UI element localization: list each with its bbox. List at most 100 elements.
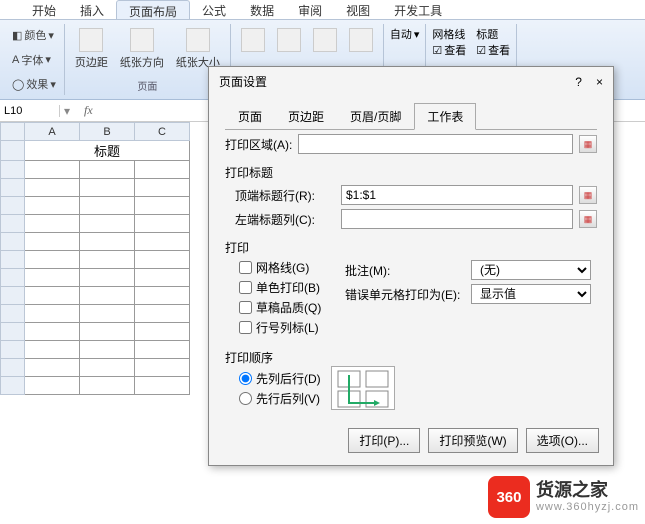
- tab-review[interactable]: 审阅: [286, 0, 334, 19]
- cell[interactable]: [25, 251, 80, 269]
- cell[interactable]: [80, 323, 135, 341]
- tab-data[interactable]: 数据: [238, 0, 286, 19]
- options-button[interactable]: 选项(O)...: [526, 428, 599, 453]
- row-header[interactable]: [1, 269, 25, 287]
- tab-header-footer[interactable]: 页眉/页脚: [337, 103, 414, 130]
- cell[interactable]: [135, 179, 190, 197]
- cell[interactable]: [80, 269, 135, 287]
- cell[interactable]: [135, 377, 190, 395]
- btn-background[interactable]: [309, 26, 341, 56]
- print-area-input[interactable]: [298, 134, 573, 154]
- cb-draft[interactable]: 草稿品质(Q): [239, 299, 345, 316]
- tab-insert[interactable]: 插入: [68, 0, 116, 19]
- cell[interactable]: [25, 305, 80, 323]
- cell[interactable]: [135, 233, 190, 251]
- cell[interactable]: [25, 215, 80, 233]
- tab-page-layout[interactable]: 页面布局: [116, 0, 190, 19]
- radio-over-down[interactable]: 先行后列(V): [239, 390, 321, 407]
- btn-effects[interactable]: ◯效果 ▾: [10, 75, 58, 93]
- row-header[interactable]: [1, 233, 25, 251]
- row-header[interactable]: [1, 287, 25, 305]
- cb-black-white[interactable]: 单色打印(B): [239, 279, 345, 296]
- cell[interactable]: [135, 341, 190, 359]
- cell[interactable]: [25, 179, 80, 197]
- cell[interactable]: [25, 377, 80, 395]
- cb-view-grid[interactable]: ☑ 查看: [432, 42, 466, 58]
- cell[interactable]: [25, 323, 80, 341]
- cell[interactable]: [80, 197, 135, 215]
- tab-dev[interactable]: 开发工具: [382, 0, 454, 19]
- row-header[interactable]: [1, 179, 25, 197]
- tab-worksheet[interactable]: 工作表: [414, 103, 476, 130]
- cell[interactable]: [80, 251, 135, 269]
- range-picker-icon[interactable]: ▦: [579, 135, 597, 153]
- cell[interactable]: [135, 287, 190, 305]
- cell[interactable]: [25, 233, 80, 251]
- row-header[interactable]: [1, 141, 25, 161]
- cell[interactable]: [25, 359, 80, 377]
- tab-margins[interactable]: 页边距: [275, 103, 337, 130]
- btn-colors[interactable]: ◧颜色 ▾: [10, 26, 58, 44]
- cb-row-col-headings[interactable]: 行号列标(L): [239, 319, 345, 336]
- tab-view[interactable]: 视图: [334, 0, 382, 19]
- cell[interactable]: [25, 197, 80, 215]
- row-header[interactable]: [1, 323, 25, 341]
- tab-home[interactable]: 开始: [20, 0, 68, 19]
- cell[interactable]: [135, 251, 190, 269]
- row-header[interactable]: [1, 305, 25, 323]
- errors-select[interactable]: 显示值: [471, 284, 591, 304]
- cell[interactable]: [80, 341, 135, 359]
- cell[interactable]: [135, 269, 190, 287]
- tab-formulas[interactable]: 公式: [190, 0, 238, 19]
- btn-print-titles[interactable]: [345, 26, 377, 56]
- top-rows-input[interactable]: [341, 185, 573, 205]
- row-header[interactable]: [1, 341, 25, 359]
- cb-view-head[interactable]: ☑ 查看: [476, 42, 510, 58]
- col-c[interactable]: C: [135, 123, 190, 141]
- help-icon[interactable]: ?: [575, 75, 582, 89]
- btn-fonts[interactable]: A字体 ▾: [10, 51, 58, 69]
- print-preview-button[interactable]: 打印预览(W): [428, 428, 517, 453]
- cell[interactable]: [135, 215, 190, 233]
- row-header[interactable]: [1, 377, 25, 395]
- comments-select[interactable]: (无): [471, 260, 591, 280]
- close-icon[interactable]: ×: [596, 75, 603, 89]
- print-button[interactable]: 打印(P)...: [348, 428, 420, 453]
- cell[interactable]: [80, 287, 135, 305]
- range-picker-icon[interactable]: ▦: [579, 210, 597, 228]
- btn-breaks[interactable]: [273, 26, 305, 56]
- row-header[interactable]: [1, 215, 25, 233]
- cell[interactable]: [135, 323, 190, 341]
- cell[interactable]: [80, 233, 135, 251]
- name-box[interactable]: L10: [0, 105, 60, 117]
- col-b[interactable]: B: [80, 123, 135, 141]
- cell[interactable]: [25, 161, 80, 179]
- radio-down-over[interactable]: 先列后行(D): [239, 370, 321, 387]
- row-header[interactable]: [1, 359, 25, 377]
- cb-gridlines[interactable]: 网格线(G): [239, 259, 345, 276]
- cell[interactable]: [80, 377, 135, 395]
- select-all[interactable]: [1, 123, 25, 141]
- cell[interactable]: [135, 359, 190, 377]
- fx-icon[interactable]: fx: [74, 103, 103, 118]
- title-cell[interactable]: 标题: [25, 141, 190, 161]
- range-picker-icon[interactable]: ▦: [579, 186, 597, 204]
- cell[interactable]: [25, 287, 80, 305]
- cell[interactable]: [80, 359, 135, 377]
- cell[interactable]: [80, 161, 135, 179]
- col-a[interactable]: A: [25, 123, 80, 141]
- cell[interactable]: [25, 269, 80, 287]
- row-header[interactable]: [1, 251, 25, 269]
- btn-margins[interactable]: 页边距: [71, 26, 112, 72]
- cell[interactable]: [80, 305, 135, 323]
- width-control[interactable]: 自动 ▾: [390, 26, 420, 42]
- cell[interactable]: [80, 179, 135, 197]
- tab-page[interactable]: 页面: [225, 103, 275, 130]
- cell[interactable]: [25, 341, 80, 359]
- btn-print-area[interactable]: [237, 26, 269, 56]
- cell[interactable]: [135, 197, 190, 215]
- namebox-dropdown-icon[interactable]: ▾: [60, 104, 74, 118]
- cell[interactable]: [80, 215, 135, 233]
- cell[interactable]: [135, 161, 190, 179]
- row-header[interactable]: [1, 161, 25, 179]
